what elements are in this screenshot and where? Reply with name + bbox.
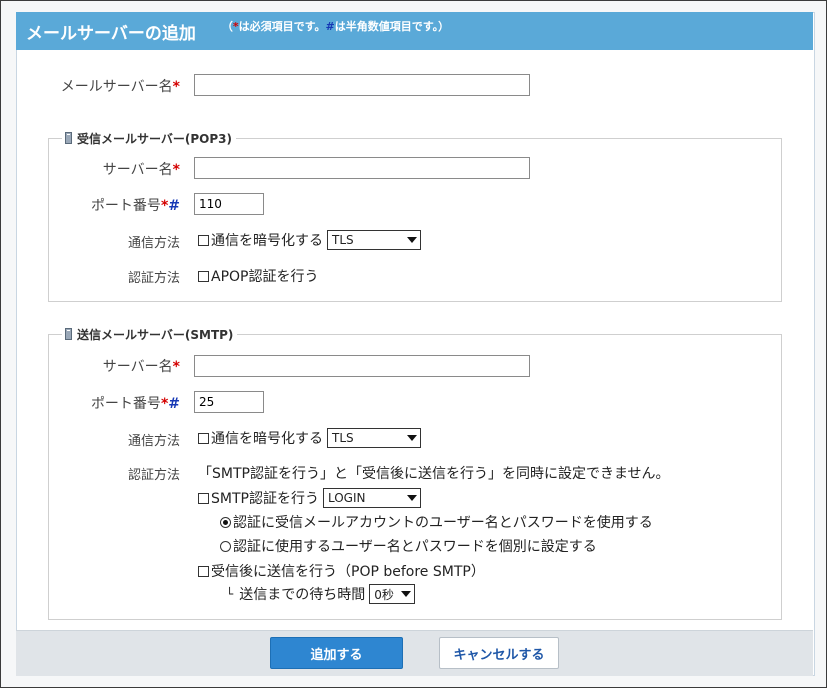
smtp-server-name-input[interactable] [194, 355, 530, 377]
smtp-auth-select[interactable]: LOGIN [322, 488, 421, 508]
pop3-server-name-input[interactable] [194, 157, 530, 179]
pop3-legend: 受信メールサーバー(POP3) [62, 129, 236, 147]
pop3-server-name-label: サーバー名* [60, 159, 180, 179]
cancel-button[interactable]: キャンセルする [439, 637, 559, 669]
numeric-mark: # [168, 396, 180, 412]
radio-use-receive-account[interactable] [220, 516, 231, 528]
radio-individual-credentials[interactable] [220, 540, 231, 552]
note-numeric-text: は半角数値項目です。） [334, 20, 450, 33]
required-mark: * [172, 79, 180, 95]
smtp-encrypt-row: 通信を暗号化する TLS [198, 428, 421, 448]
smtp-auth-select-value: LOGIN [327, 491, 366, 505]
mail-server-name-input[interactable] [194, 74, 530, 96]
pop3-auth-label: 認証方法 [127, 271, 180, 286]
pop3-encrypt-row: 通信を暗号化する TLS [198, 230, 421, 250]
dialog-footer [16, 630, 813, 676]
smtp-auth-label-text: SMTP認証を行う [211, 491, 319, 507]
smtp-radio-row-1: 認証に受信メールアカウントのユーザー名とパスワードを使用する [220, 512, 653, 532]
server-icon [64, 131, 74, 145]
smtp-server-name-label-text: サーバー名 [102, 359, 173, 375]
smtp-encrypt-checkbox[interactable] [198, 432, 209, 444]
smtp-port-label-text: ポート番号 [90, 396, 161, 412]
smtp-encrypt-label: 通信を暗号化する [211, 431, 323, 447]
smtp-legend: 送信メールサーバー(SMTP) [62, 325, 238, 343]
smtp-encrypt-select-value: TLS [332, 431, 354, 445]
chevron-down-icon [407, 435, 417, 441]
mail-server-name-label: メールサーバー名* [40, 76, 180, 96]
pop3-encrypt-label: 通信を暗号化する [211, 233, 323, 249]
smtp-legend-text: 送信メールサーバー(SMTP) [77, 327, 234, 342]
pop3-port-label: ポート番号*# [60, 195, 180, 215]
required-mark: * [172, 359, 180, 375]
pop3-comm-label: 通信方法 [127, 236, 180, 251]
tree-branch-icon: └ [226, 587, 234, 601]
chevron-down-icon [401, 591, 412, 597]
smtp-auth-label: 認証方法 [127, 468, 180, 483]
wait-time-row: └ 送信までの待ち時間 0秒 [226, 584, 416, 604]
radio-use-receive-account-label: 認証に受信メールアカウントのユーザー名とパスワードを使用する [233, 515, 653, 531]
server-icon [64, 327, 74, 341]
add-button[interactable]: 追加する [270, 637, 403, 669]
note-numeric-mark: # [325, 20, 335, 33]
wait-time-select[interactable]: 0秒 [369, 584, 416, 604]
note-required-text: は必須項目です。 [238, 20, 326, 33]
smtp-port-label: ポート番号*# [60, 393, 180, 413]
smtp-auth-row: SMTP認証を行う LOGIN [198, 488, 421, 508]
chevron-down-icon [407, 237, 417, 243]
mail-server-name-label-text: メールサーバー名 [60, 79, 173, 95]
pop-before-smtp-checkbox[interactable] [198, 565, 209, 577]
numeric-mark: # [168, 198, 180, 214]
smtp-comm-label: 通信方法 [127, 434, 180, 449]
pop3-apop-checkbox[interactable] [198, 270, 209, 282]
smtp-auth-note: 「SMTP認証を行う」と「受信後に送信を行う」を同時に設定できません。 [198, 466, 670, 482]
required-note: （*は必須項目です。#は半角数値項目です。） [222, 18, 449, 34]
pop3-apop-label: APOP認証を行う [211, 269, 319, 285]
smtp-port-input[interactable] [194, 391, 264, 413]
wait-time-select-value: 0秒 [374, 587, 394, 602]
pop3-apop-row: APOP認証を行う [198, 266, 318, 286]
wait-time-label: 送信までの待ち時間 [239, 587, 366, 603]
pop3-port-input[interactable] [194, 193, 264, 215]
pop-before-smtp-label: 受信後に送信を行う（POP before SMTP） [211, 564, 485, 580]
smtp-server-name-label: サーバー名* [60, 356, 180, 376]
page-title: メールサーバーの追加 [26, 23, 196, 44]
pop-before-smtp-row: 受信後に送信を行う（POP before SMTP） [198, 561, 485, 581]
chevron-down-icon [406, 495, 417, 501]
pop3-encrypt-select[interactable]: TLS [327, 230, 421, 250]
pop3-server-name-label-text: サーバー名 [102, 162, 173, 178]
note-open: （ [221, 20, 233, 33]
pop3-port-label-text: ポート番号 [90, 198, 161, 214]
smtp-auth-checkbox[interactable] [198, 492, 209, 504]
dialog-header: メールサーバーの追加 （*は必須項目です。#は半角数値項目です。） [16, 12, 813, 50]
smtp-encrypt-select[interactable]: TLS [327, 428, 421, 448]
radio-individual-credentials-label: 認証に使用するユーザー名とパスワードを個別に設定する [233, 539, 597, 555]
required-mark: * [172, 162, 180, 178]
pop3-encrypt-checkbox[interactable] [198, 234, 209, 246]
smtp-radio-row-2: 認証に使用するユーザー名とパスワードを個別に設定する [220, 536, 597, 556]
pop3-legend-text: 受信メールサーバー(POP3) [77, 131, 232, 146]
pop3-encrypt-select-value: TLS [332, 233, 354, 247]
